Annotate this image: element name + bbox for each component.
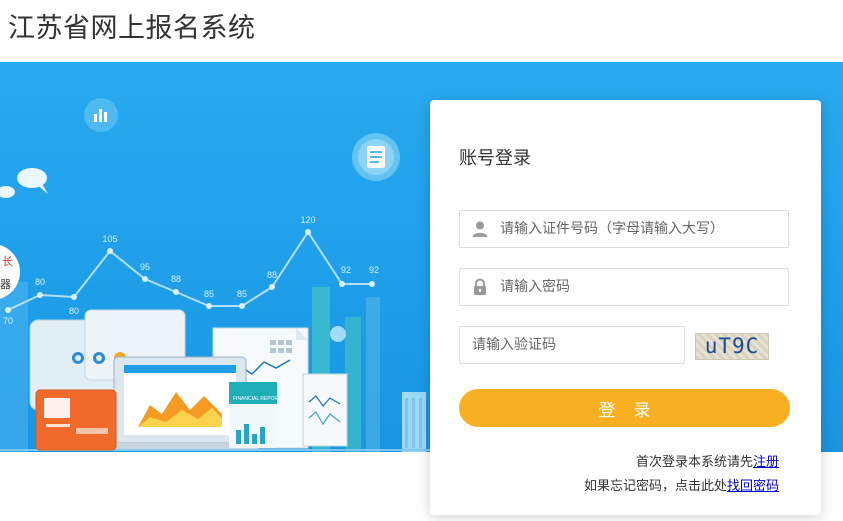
register-prefix: 首次登录本系统请先: [635, 455, 753, 470]
chart-point: [71, 294, 77, 300]
lock-icon: [474, 278, 486, 295]
chart-label: 85: [204, 289, 214, 299]
chart-point: [107, 248, 113, 254]
login-button[interactable]: 登录: [459, 389, 790, 427]
captcha-image[interactable]: uT9C: [695, 333, 769, 360]
site-title: 江苏省网上报名系统: [8, 13, 256, 44]
id-number-field: [459, 210, 789, 248]
chart-label: 70: [3, 316, 13, 326]
chart-label: 88: [267, 270, 277, 280]
chart-point: [206, 303, 212, 309]
register-hint: 首次登录本系统请先注册: [636, 451, 779, 470]
user-icon: [472, 221, 488, 237]
chart-label: 80: [35, 277, 45, 287]
chart-point: [173, 289, 179, 295]
chart-point: [269, 284, 275, 290]
chart-label: 105: [102, 234, 117, 244]
chart-point: [37, 292, 43, 298]
chart-label: 92: [341, 265, 351, 275]
id-number-input[interactable]: [500, 211, 780, 247]
chart-point: [305, 229, 311, 235]
left-text: 长: [2, 255, 13, 268]
login-title: 账号登录: [459, 148, 531, 169]
document-icon: [352, 133, 400, 181]
chart-point: [339, 281, 345, 287]
captcha-input[interactable]: [472, 327, 672, 363]
left-text: 器: [0, 278, 11, 291]
password-input[interactable]: [500, 269, 780, 305]
chart-label: 95: [140, 262, 150, 272]
chart-point: [369, 281, 375, 287]
chart-label: 85: [237, 289, 247, 299]
chart-point: [239, 303, 245, 309]
login-card: 账号登录 uT9C 登录 首次登录本系统请先注册 如果忘记密码，点击此处找回密码: [430, 100, 821, 515]
forgot-prefix: 如果忘记密码，点击此处: [583, 479, 727, 494]
chart-label: 88: [171, 274, 181, 284]
chart-label: 92: [369, 265, 379, 275]
chart-point: [5, 307, 11, 313]
password-field: [459, 268, 789, 306]
forgot-hint: 如果忘记密码，点击此处找回密码: [584, 475, 779, 494]
report-label: FINANCIAL REPORT: [233, 396, 281, 402]
chart-label: 80: [69, 306, 79, 316]
register-link[interactable]: 注册: [753, 455, 779, 470]
bar-chart-icon: [84, 98, 118, 132]
chat-bubble-icon: [0, 168, 48, 198]
chart-label: 120: [300, 215, 315, 225]
captcha-field: [459, 326, 685, 364]
chart-point: [142, 276, 148, 282]
forgot-password-link[interactable]: 找回密码: [727, 479, 779, 494]
